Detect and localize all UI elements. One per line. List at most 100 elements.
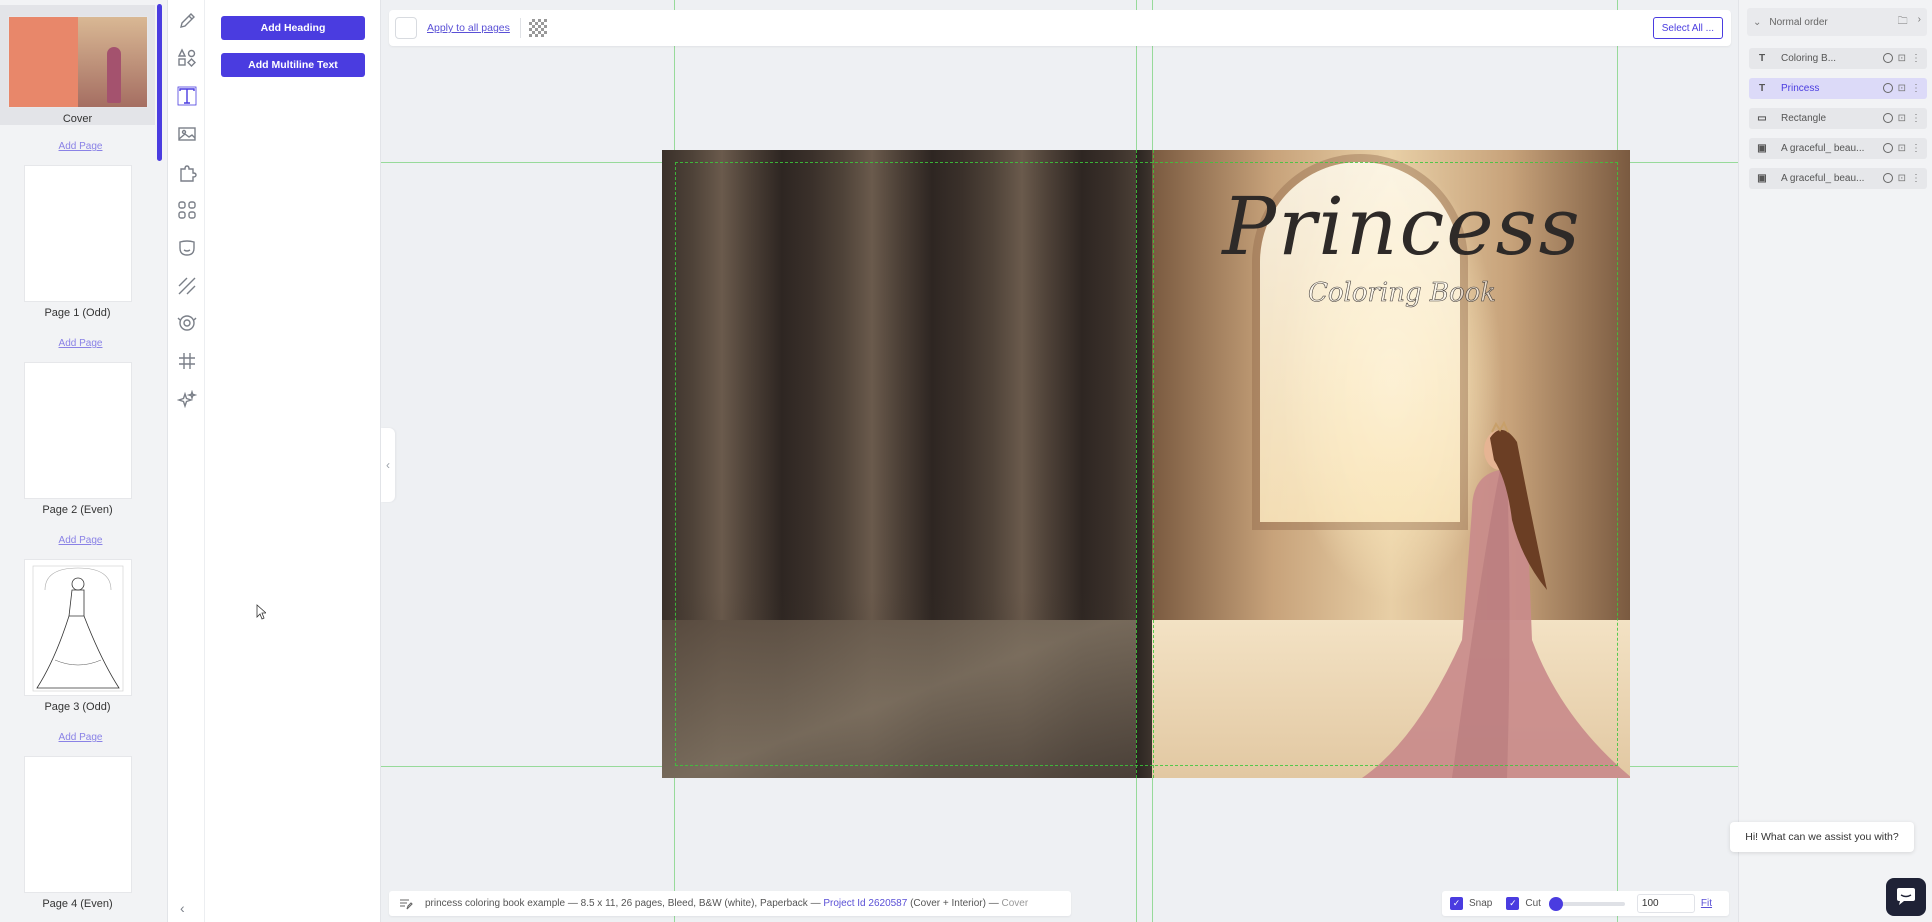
- layer-item[interactable]: ▣ A graceful_ beau... ⊡ ⋮: [1749, 168, 1927, 189]
- chevron-left-icon: ‹: [386, 458, 390, 472]
- layer-type-icon: ▭: [1757, 113, 1767, 124]
- cover-spread[interactable]: Princess Coloring Book: [662, 150, 1630, 778]
- apply-to-all-pages-link[interactable]: Apply to all pages: [427, 22, 510, 34]
- add-heading-button[interactable]: Add Heading: [221, 16, 365, 40]
- collapse-panel-handle[interactable]: ‹: [381, 428, 395, 502]
- background-color-swatch[interactable]: [395, 17, 417, 39]
- project-info-bar: princess coloring book example — 8.5 x 1…: [389, 891, 1071, 916]
- page-label: Page 1 (Odd): [44, 307, 111, 319]
- new-folder-icon[interactable]: 🗀: [1898, 14, 1908, 31]
- project-description: princess coloring book example — 8.5 x 1…: [425, 898, 821, 909]
- page-2-thumbnail-image: [24, 363, 131, 498]
- zoom-input[interactable]: [1636, 894, 1695, 913]
- layer-item[interactable]: ▣ A graceful_ beau... ⊡ ⋮: [1749, 138, 1927, 159]
- tool-rail: ‹: [168, 0, 205, 922]
- pencil-icon[interactable]: [174, 8, 199, 33]
- layer-name: Rectangle: [1781, 113, 1827, 124]
- chevron-right-icon[interactable]: ›: [1918, 14, 1921, 31]
- lock-icon[interactable]: ⊡: [1898, 143, 1906, 154]
- image-icon[interactable]: [174, 121, 199, 146]
- chat-launcher-button[interactable]: [1886, 878, 1926, 916]
- zoom-slider[interactable]: [1548, 896, 1625, 911]
- add-page-link[interactable]: Add Page: [0, 732, 161, 743]
- transparency-icon[interactable]: [529, 19, 547, 37]
- toolbar-divider: [520, 18, 521, 38]
- page-label: Cover: [62, 113, 93, 125]
- more-options-icon[interactable]: ⋮: [1911, 113, 1921, 124]
- layer-item[interactable]: T Coloring B... ⊡ ⋮: [1749, 48, 1927, 69]
- pages-scrollbar[interactable]: [157, 4, 162, 161]
- chat-greeting[interactable]: Hi! What can we assist you with?: [1730, 822, 1914, 852]
- add-page-link[interactable]: Add Page: [0, 535, 161, 546]
- layer-item[interactable]: T Princess ⊡ ⋮: [1749, 78, 1927, 99]
- visibility-icon[interactable]: [1882, 143, 1893, 153]
- grid-icon[interactable]: [174, 348, 199, 373]
- shapes-icon[interactable]: [174, 45, 199, 70]
- add-multiline-text-button[interactable]: Add Multiline Text: [221, 53, 365, 77]
- lock-icon[interactable]: ⊡: [1898, 83, 1906, 94]
- puzzle-icon[interactable]: [174, 160, 199, 185]
- layer-name: Coloring B...: [1781, 53, 1837, 64]
- add-page-link[interactable]: Add Page: [0, 141, 161, 152]
- page-thumbnail-3[interactable]: Page 3 (Odd): [0, 560, 155, 713]
- spine: [1136, 150, 1152, 778]
- more-options-icon[interactable]: ⋮: [1911, 83, 1921, 94]
- princess-figure-icon: [1362, 420, 1630, 778]
- zoom-slider-handle[interactable]: [1548, 896, 1563, 911]
- page-4-thumbnail-image: [24, 757, 131, 892]
- cover-title-text[interactable]: Princess: [1192, 180, 1612, 273]
- cut-label: Cut: [1525, 898, 1541, 909]
- current-page-indicator: Cover: [1001, 898, 1029, 909]
- layer-order-dropdown[interactable]: ⌄ Normal order 🗀 ›: [1747, 8, 1927, 36]
- sticker-icon[interactable]: [174, 310, 199, 335]
- more-options-icon[interactable]: ⋮: [1911, 53, 1921, 64]
- magic-icon[interactable]: [174, 387, 199, 412]
- project-scope: (Cover + Interior) —: [910, 898, 999, 909]
- page-thumbnail-1[interactable]: Page 1 (Odd): [0, 166, 155, 319]
- page-thumbnail-4[interactable]: Page 4 (Even): [0, 757, 155, 910]
- elements-icon[interactable]: [174, 197, 199, 222]
- princess-sketch-icon: [32, 565, 123, 692]
- pattern-icon[interactable]: [174, 273, 199, 298]
- zoom-bar: ✓ Snap ✓ Cut Fit: [1442, 891, 1729, 916]
- lock-icon[interactable]: ⊡: [1898, 53, 1906, 64]
- back-cover-image[interactable]: [662, 150, 1136, 778]
- page-thumbnail-2[interactable]: Page 2 (Even): [0, 363, 155, 516]
- select-all-button[interactable]: Select All ...: [1652, 17, 1723, 39]
- page-thumbnail-cover[interactable]: Cover: [0, 5, 155, 125]
- front-cover-image[interactable]: Princess Coloring Book: [1152, 150, 1630, 778]
- layer-type-icon: T: [1758, 53, 1766, 64]
- collapse-sidebar-icon[interactable]: ‹: [180, 900, 185, 916]
- visibility-icon[interactable]: [1882, 53, 1893, 63]
- layer-type-icon: ▣: [1757, 173, 1767, 184]
- add-page-link[interactable]: Add Page: [0, 338, 161, 349]
- layer-type-icon: ▣: [1757, 143, 1767, 154]
- cover-thumbnail-image: [8, 17, 147, 107]
- edit-project-icon[interactable]: [399, 897, 413, 911]
- visibility-icon[interactable]: [1882, 83, 1893, 93]
- page-label: Page 3 (Odd): [44, 701, 111, 713]
- lock-icon[interactable]: ⊡: [1898, 173, 1906, 184]
- layer-item[interactable]: ▭ Rectangle ⊡ ⋮: [1749, 108, 1927, 129]
- page-label: Page 4 (Even): [42, 898, 113, 910]
- pages-sidebar: Cover Add Page Page 1 (Odd) Add Page Pag…: [0, 0, 168, 922]
- lock-icon[interactable]: ⊡: [1898, 113, 1906, 124]
- fit-link[interactable]: Fit: [1701, 898, 1712, 909]
- layers-panel: ⌄ Normal order 🗀 › T Coloring B... ⊡ ⋮ T Prin…: [1738, 0, 1932, 922]
- chevron-down-icon: ⌄: [1753, 16, 1762, 28]
- project-id-link[interactable]: Project Id 2620587: [823, 898, 907, 909]
- back-cover-floor: [662, 620, 1136, 778]
- text-icon[interactable]: [174, 83, 199, 108]
- layer-name: A graceful_ beau...: [1781, 173, 1865, 184]
- more-options-icon[interactable]: ⋮: [1911, 143, 1921, 154]
- page-1-thumbnail-image: [24, 166, 131, 301]
- cover-subtitle-text[interactable]: Coloring Book: [1192, 278, 1612, 309]
- snap-checkbox[interactable]: ✓: [1450, 897, 1463, 910]
- cut-checkbox[interactable]: ✓: [1506, 897, 1520, 910]
- mask-icon[interactable]: [174, 235, 199, 260]
- visibility-icon[interactable]: [1882, 173, 1893, 183]
- visibility-icon[interactable]: [1882, 113, 1893, 123]
- more-options-icon[interactable]: ⋮: [1911, 173, 1921, 184]
- layer-name: Princess: [1781, 83, 1820, 94]
- chat-icon: [1897, 888, 1915, 905]
